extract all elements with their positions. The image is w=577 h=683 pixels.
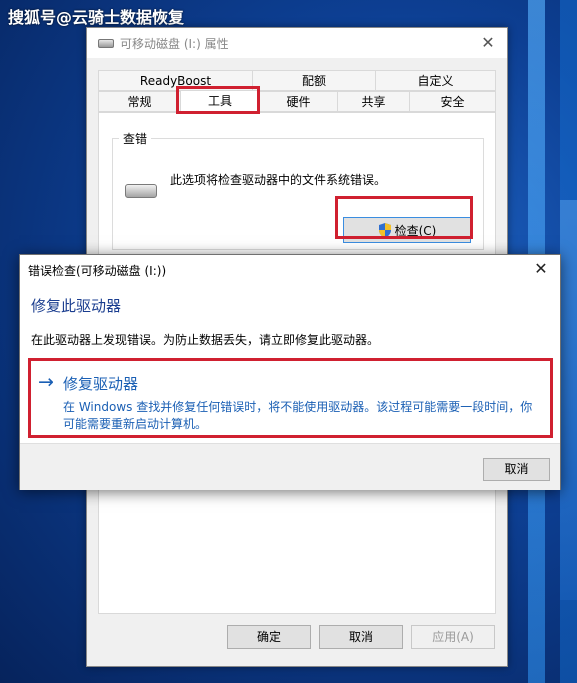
dialog-cancel-button[interactable]: 取消 xyxy=(483,458,550,481)
light-beam xyxy=(560,200,577,600)
group-title: 查错 xyxy=(119,130,152,147)
drive-icon xyxy=(125,184,157,198)
tab-tools[interactable]: 工具 xyxy=(180,90,260,112)
error-check-dialog: 错误检查(可移动磁盘 (I:)) ✕ 修复此驱动器 在此驱动器上发现错误。为防止… xyxy=(19,254,561,490)
dialog-message: 在此驱动器上发现错误。为防止数据丢失，请立即修复此驱动器。 xyxy=(31,333,380,347)
tab-security[interactable]: 安全 xyxy=(409,91,496,112)
close-icon[interactable]: ✕ xyxy=(530,258,552,280)
check-button[interactable]: 检查(C) xyxy=(343,217,471,243)
dialog-heading: 修复此驱动器 xyxy=(31,297,122,315)
dialog-title: 错误检查(可移动磁盘 (I:)) xyxy=(28,264,167,278)
ok-button[interactable]: 确定 xyxy=(227,625,311,649)
group-description: 此选项将检查驱动器中的文件系统错误。 xyxy=(170,173,387,187)
error-check-group: 查错 此选项将检查驱动器中的文件系统错误。 检查(C) xyxy=(112,130,484,250)
tab-bar: ReadyBoost 配额 自定义 常规 工具 硬件 共享 安全 xyxy=(98,70,496,112)
dialog-footer: 取消 xyxy=(20,443,560,490)
tab-general[interactable]: 常规 xyxy=(98,91,181,112)
tab-customize[interactable]: 自定义 xyxy=(375,70,496,91)
tab-readyboost[interactable]: ReadyBoost xyxy=(98,70,253,91)
cancel-button[interactable]: 取消 xyxy=(319,625,403,649)
properties-titlebar: 可移动磁盘 (I:) 属性 ✕ xyxy=(87,28,507,58)
arrow-right-icon: → xyxy=(38,371,54,393)
tab-quota[interactable]: 配额 xyxy=(252,70,376,91)
drive-icon xyxy=(98,38,114,48)
dialog-titlebar: 错误检查(可移动磁盘 (I:)) ✕ xyxy=(20,255,560,283)
repair-option-description: 在 Windows 查找并修复任何错误时，将不能使用驱动器。该过程可能需要一段时… xyxy=(63,400,533,431)
repair-drive-option[interactable]: → 修复驱动器 在 Windows 查找并修复任何错误时，将不能使用驱动器。该过… xyxy=(30,361,550,435)
tab-sharing[interactable]: 共享 xyxy=(337,91,410,112)
tab-hardware[interactable]: 硬件 xyxy=(259,91,338,112)
watermark: 搜狐号@云骑士数据恢复 xyxy=(8,8,185,27)
apply-button[interactable]: 应用(A) xyxy=(411,625,495,649)
repair-option-title: 修复驱动器 xyxy=(63,375,139,393)
check-button-label: 检查(C) xyxy=(394,223,437,238)
uac-shield-icon xyxy=(378,222,391,238)
close-icon[interactable]: ✕ xyxy=(477,32,499,54)
properties-title: 可移动磁盘 (I:) 属性 xyxy=(120,36,229,51)
